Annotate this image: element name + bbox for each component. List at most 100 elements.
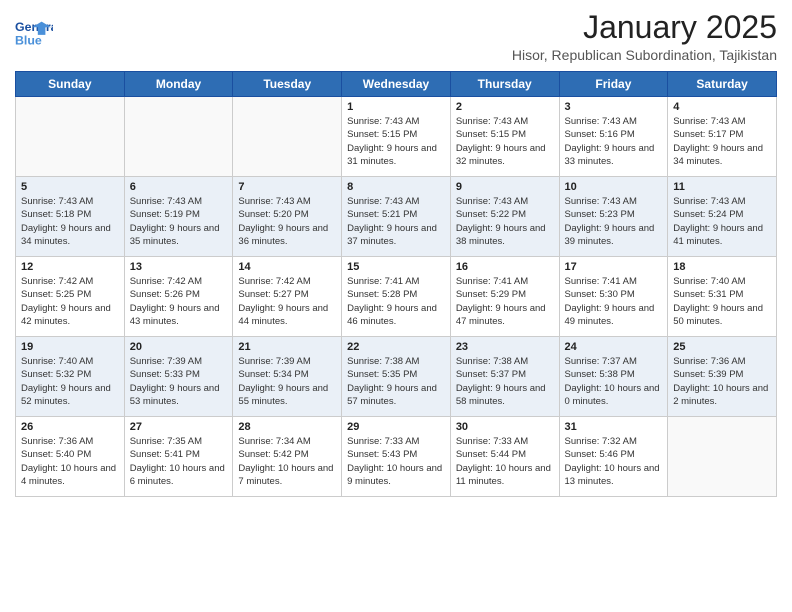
day-number-4-0: 26 (21, 421, 119, 433)
week-row-4: 26 Sunrise: 7:36 AM Sunset: 5:40 PM Dayli… (16, 417, 777, 497)
header-thursday: Thursday (450, 72, 559, 97)
day-number-3-0: 19 (21, 341, 119, 353)
day-cell-0-5: 3Sunrise: 7:43 AM Sunset: 5:16 PM Daylig… (559, 97, 668, 177)
day-cell-3-3: 22Sunrise: 7:38 AM Sunset: 5:35 PM Dayli… (342, 337, 451, 417)
day-info-1-6: Sunrise: 7:43 AM Sunset: 5:24 PM Dayligh… (673, 195, 771, 248)
week-row-3: 19Sunrise: 7:40 AM Sunset: 5:32 PM Dayli… (16, 337, 777, 417)
logo-icon: General Blue (15, 14, 53, 52)
day-cell-2-2: 14 Sunrise: 7:42 AM Sunset: 5:27 PM Dayli… (233, 257, 342, 337)
day-number-2-6: 18 (673, 261, 771, 273)
day-number-4-4: 30 (456, 421, 554, 433)
day-cell-2-4: 16Sunrise: 7:41 AM Sunset: 5:29 PM Dayli… (450, 257, 559, 337)
day-number-1-6: 11 (673, 181, 771, 193)
day-number-3-1: 20 (130, 341, 228, 353)
day-info-0-4: Sunrise: 7:43 AM Sunset: 5:15 PM Dayligh… (456, 115, 554, 168)
day-number-4-3: 29 (347, 421, 445, 433)
title-block: January 2025 Hisor, Republican Subordina… (512, 10, 777, 63)
day-cell-3-5: 24Sunrise: 7:37 AM Sunset: 5:38 PM Dayli… (559, 337, 668, 417)
week-row-0: 1 Sunrise: 7:43 AM Sunset: 5:15 PM Daylig… (16, 97, 777, 177)
day-cell-4-5: 31 Sunrise: 7:32 AM Sunset: 5:46 PM Dayli… (559, 417, 668, 497)
month-title: January 2025 (512, 10, 777, 45)
page: General Blue January 2025 Hisor, Republi… (0, 0, 792, 612)
day-number-3-2: 21 (238, 341, 336, 353)
header-saturday: Saturday (668, 72, 777, 97)
day-cell-3-2: 21 Sunrise: 7:39 AM Sunset: 5:34 PM Dayli… (233, 337, 342, 417)
day-number-4-1: 27 (130, 421, 228, 433)
week-row-1: 5 Sunrise: 7:43 AM Sunset: 5:18 PM Daylig… (16, 177, 777, 257)
calendar-table: Sunday Monday Tuesday Wednesday Thursday… (15, 71, 777, 497)
day-info-2-6: Sunrise: 7:40 AM Sunset: 5:31 PM Dayligh… (673, 275, 771, 328)
day-cell-1-0: 5 Sunrise: 7:43 AM Sunset: 5:18 PM Daylig… (16, 177, 125, 257)
day-number-2-1: 13 (130, 261, 228, 273)
day-cell-4-4: 30 Sunrise: 7:33 AM Sunset: 5:44 PM Dayli… (450, 417, 559, 497)
day-number-2-2: 14 (238, 261, 336, 273)
day-info-4-2: Sunrise: 7:34 AM Sunset: 5:42 PM Dayligh… (238, 435, 336, 488)
day-number-2-0: 12 (21, 261, 119, 273)
day-number-1-0: 5 (21, 181, 119, 193)
calendar-header-row: Sunday Monday Tuesday Wednesday Thursday… (16, 72, 777, 97)
day-info-0-6: Sunrise: 7:43 AM Sunset: 5:17 PM Dayligh… (673, 115, 771, 168)
day-number-0-3: 1 (347, 101, 445, 113)
day-cell-4-1: 27 Sunrise: 7:35 AM Sunset: 5:41 PM Dayli… (124, 417, 233, 497)
day-cell-4-2: 28 Sunrise: 7:34 AM Sunset: 5:42 PM Dayli… (233, 417, 342, 497)
day-info-1-1: Sunrise: 7:43 AM Sunset: 5:19 PM Dayligh… (130, 195, 228, 248)
day-number-2-5: 17 (565, 261, 663, 273)
header-wednesday: Wednesday (342, 72, 451, 97)
svg-text:Blue: Blue (15, 33, 42, 47)
header-monday: Monday (124, 72, 233, 97)
day-info-2-5: Sunrise: 7:41 AM Sunset: 5:30 PM Dayligh… (565, 275, 663, 328)
day-cell-3-4: 23 Sunrise: 7:38 AM Sunset: 5:37 PM Dayli… (450, 337, 559, 417)
day-cell-2-5: 17 Sunrise: 7:41 AM Sunset: 5:30 PM Dayli… (559, 257, 668, 337)
day-number-3-4: 23 (456, 341, 554, 353)
header-tuesday: Tuesday (233, 72, 342, 97)
day-number-3-3: 22 (347, 341, 445, 353)
day-number-4-5: 31 (565, 421, 663, 433)
day-number-0-5: 3 (565, 101, 663, 113)
day-info-1-0: Sunrise: 7:43 AM Sunset: 5:18 PM Dayligh… (21, 195, 119, 248)
day-info-2-2: Sunrise: 7:42 AM Sunset: 5:27 PM Dayligh… (238, 275, 336, 328)
day-number-1-2: 7 (238, 181, 336, 193)
day-cell-1-6: 11 Sunrise: 7:43 AM Sunset: 5:24 PM Dayli… (668, 177, 777, 257)
day-info-1-4: Sunrise: 7:43 AM Sunset: 5:22 PM Dayligh… (456, 195, 554, 248)
header-sunday: Sunday (16, 72, 125, 97)
header: General Blue January 2025 Hisor, Republi… (15, 10, 777, 63)
day-info-3-2: Sunrise: 7:39 AM Sunset: 5:34 PM Dayligh… (238, 355, 336, 408)
day-number-1-5: 10 (565, 181, 663, 193)
day-number-1-1: 6 (130, 181, 228, 193)
day-cell-0-4: 2 Sunrise: 7:43 AM Sunset: 5:15 PM Daylig… (450, 97, 559, 177)
day-info-2-3: Sunrise: 7:41 AM Sunset: 5:28 PM Dayligh… (347, 275, 445, 328)
day-info-1-2: Sunrise: 7:43 AM Sunset: 5:20 PM Dayligh… (238, 195, 336, 248)
day-cell-4-6 (668, 417, 777, 497)
day-info-2-1: Sunrise: 7:42 AM Sunset: 5:26 PM Dayligh… (130, 275, 228, 328)
day-cell-0-6: 4 Sunrise: 7:43 AM Sunset: 5:17 PM Daylig… (668, 97, 777, 177)
day-cell-2-1: 13 Sunrise: 7:42 AM Sunset: 5:26 PM Dayli… (124, 257, 233, 337)
day-info-1-3: Sunrise: 7:43 AM Sunset: 5:21 PM Dayligh… (347, 195, 445, 248)
day-info-3-4: Sunrise: 7:38 AM Sunset: 5:37 PM Dayligh… (456, 355, 554, 408)
day-cell-2-3: 15 Sunrise: 7:41 AM Sunset: 5:28 PM Dayli… (342, 257, 451, 337)
day-cell-0-0 (16, 97, 125, 177)
day-info-4-1: Sunrise: 7:35 AM Sunset: 5:41 PM Dayligh… (130, 435, 228, 488)
day-number-3-6: 25 (673, 341, 771, 353)
day-cell-1-1: 6 Sunrise: 7:43 AM Sunset: 5:19 PM Daylig… (124, 177, 233, 257)
header-friday: Friday (559, 72, 668, 97)
day-cell-4-3: 29 Sunrise: 7:33 AM Sunset: 5:43 PM Dayli… (342, 417, 451, 497)
day-cell-3-1: 20 Sunrise: 7:39 AM Sunset: 5:33 PM Dayli… (124, 337, 233, 417)
day-number-2-4: 16 (456, 261, 554, 273)
day-info-4-5: Sunrise: 7:32 AM Sunset: 5:46 PM Dayligh… (565, 435, 663, 488)
day-number-0-4: 2 (456, 101, 554, 113)
subtitle: Hisor, Republican Subordination, Tajikis… (512, 47, 777, 63)
day-number-2-3: 15 (347, 261, 445, 273)
day-info-4-4: Sunrise: 7:33 AM Sunset: 5:44 PM Dayligh… (456, 435, 554, 488)
day-info-3-6: Sunrise: 7:36 AM Sunset: 5:39 PM Dayligh… (673, 355, 771, 408)
day-cell-3-0: 19Sunrise: 7:40 AM Sunset: 5:32 PM Dayli… (16, 337, 125, 417)
day-info-3-1: Sunrise: 7:39 AM Sunset: 5:33 PM Dayligh… (130, 355, 228, 408)
day-number-4-2: 28 (238, 421, 336, 433)
day-info-4-3: Sunrise: 7:33 AM Sunset: 5:43 PM Dayligh… (347, 435, 445, 488)
day-cell-1-3: 8Sunrise: 7:43 AM Sunset: 5:21 PM Daylig… (342, 177, 451, 257)
day-cell-2-6: 18 Sunrise: 7:40 AM Sunset: 5:31 PM Dayli… (668, 257, 777, 337)
day-info-3-5: Sunrise: 7:37 AM Sunset: 5:38 PM Dayligh… (565, 355, 663, 408)
day-info-0-3: Sunrise: 7:43 AM Sunset: 5:15 PM Dayligh… (347, 115, 445, 168)
day-cell-0-1 (124, 97, 233, 177)
day-info-4-0: Sunrise: 7:36 AM Sunset: 5:40 PM Dayligh… (21, 435, 119, 488)
day-number-0-6: 4 (673, 101, 771, 113)
